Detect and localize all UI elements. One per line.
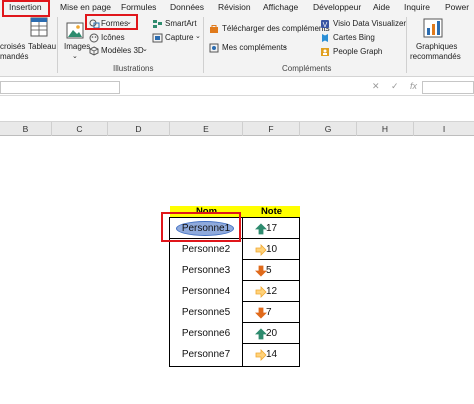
- table-icon[interactable]: [30, 17, 48, 37]
- people-graph-button[interactable]: People Graph: [333, 47, 382, 57]
- tab-aide[interactable]: Aide: [373, 1, 390, 14]
- table-cell-note[interactable]: 20: [266, 323, 296, 344]
- ribbon-tabs: Insertion Mise en page Formules Données …: [0, 0, 474, 15]
- table-border-middle: [242, 217, 243, 367]
- tab-inquire[interactable]: Inquire: [404, 1, 430, 14]
- capture-button[interactable]: Capture: [165, 33, 193, 43]
- visio-data-visualizer-button[interactable]: Visio Data Visualizer: [333, 19, 406, 29]
- column-header-e[interactable]: E: [170, 122, 243, 136]
- tab-formules[interactable]: Formules: [121, 1, 156, 14]
- table-cell-note[interactable]: 14: [266, 344, 296, 365]
- table-border-right: [299, 217, 300, 367]
- tab-affichage[interactable]: Affichage: [263, 1, 298, 14]
- mes-complements-chevron-icon[interactable]: ⌄: [282, 42, 288, 52]
- bing-maps-icon[interactable]: [320, 33, 330, 43]
- column-header-c[interactable]: C: [52, 122, 108, 136]
- graphiques-recommandes-button-line2[interactable]: recommandés: [410, 52, 461, 62]
- column-header-g[interactable]: G: [300, 122, 357, 136]
- telecharger-complements-button[interactable]: Télécharger des compléments: [222, 24, 330, 34]
- smartart-icon[interactable]: [152, 19, 163, 29]
- people-graph-icon[interactable]: [320, 47, 330, 57]
- cancel-icon[interactable]: ✕: [372, 81, 380, 92]
- column-header-i[interactable]: I: [414, 122, 474, 136]
- table-cell-name[interactable]: Personne2: [170, 239, 242, 260]
- 3d-models-icon[interactable]: [89, 46, 99, 56]
- pivot-table-label-2[interactable]: mandés: [0, 52, 28, 62]
- tab-mise-en-page[interactable]: Mise en page: [60, 1, 111, 14]
- store-icon[interactable]: [209, 24, 219, 34]
- my-addins-icon[interactable]: [209, 43, 219, 53]
- illustrations-group-label: Illustrations: [113, 64, 154, 73]
- table-cell-note[interactable]: 17: [266, 218, 296, 239]
- smartart-button[interactable]: SmartArt: [165, 19, 197, 29]
- name-box[interactable]: [0, 81, 120, 94]
- cartes-bing-button[interactable]: Cartes Bing: [333, 33, 375, 43]
- capture-icon[interactable]: [152, 33, 163, 43]
- highlight-insertion-tab: [2, 0, 50, 17]
- tab-power[interactable]: Power: [445, 1, 469, 14]
- group-divider: [203, 17, 204, 73]
- tableau-button[interactable]: Tableau: [28, 42, 56, 52]
- highlight-formes-button: [85, 14, 138, 30]
- table-cell-name[interactable]: Personne3: [170, 260, 242, 281]
- modeles-3d-button[interactable]: Modèles 3D: [101, 46, 144, 56]
- table-header-note[interactable]: Note: [243, 206, 300, 217]
- graphiques-recommandes-button[interactable]: Graphiques: [416, 42, 457, 52]
- icones-button[interactable]: Icônes: [101, 33, 125, 43]
- recommended-charts-icon[interactable]: [423, 18, 443, 38]
- images-icon[interactable]: [66, 22, 84, 39]
- enter-icon[interactable]: ✓: [391, 81, 399, 92]
- pivot-table-label[interactable]: croisés: [0, 42, 25, 52]
- formula-bar: ✕ ✓ fx: [0, 78, 474, 96]
- table-cell-name[interactable]: Personne5: [170, 302, 242, 323]
- complements-group-label: Compléments: [282, 64, 332, 73]
- mes-complements-button[interactable]: Mes compléments: [222, 43, 287, 53]
- tab-developpeur[interactable]: Développeur: [313, 1, 361, 14]
- group-divider: [57, 17, 58, 73]
- images-button[interactable]: Images: [64, 42, 90, 52]
- images-dropdown-chevron-icon[interactable]: ⌄: [72, 52, 78, 62]
- column-headers: B C D E F G H I: [0, 121, 474, 136]
- tab-donnees[interactable]: Données: [170, 1, 204, 14]
- table-cell-note[interactable]: 10: [266, 239, 296, 260]
- table-cell-note[interactable]: 12: [266, 281, 296, 302]
- function-icon[interactable]: fx: [410, 81, 417, 91]
- capture-chevron-icon[interactable]: ⌄: [195, 32, 201, 42]
- column-header-b[interactable]: B: [0, 122, 52, 136]
- ribbon-body: croisés mandés Tableau Images ⌄ Formes ⌄…: [0, 15, 474, 77]
- visio-icon[interactable]: V: [320, 19, 330, 29]
- highlight-personne1: [161, 212, 241, 242]
- table-cell-note[interactable]: 7: [266, 302, 296, 323]
- formula-input[interactable]: [422, 81, 474, 94]
- table-cell-name[interactable]: Personne4: [170, 281, 242, 302]
- table-cell-name[interactable]: Personne7: [170, 344, 242, 365]
- svg-text:V: V: [323, 22, 328, 29]
- column-header-f[interactable]: F: [243, 122, 300, 136]
- table-cell-note[interactable]: 5: [266, 260, 296, 281]
- modeles-3d-chevron-icon[interactable]: ⌄: [142, 45, 148, 55]
- table-cell-name[interactable]: Personne6: [170, 323, 242, 344]
- column-header-d[interactable]: D: [108, 122, 170, 136]
- table-border-bottom: [169, 366, 300, 367]
- group-divider: [406, 17, 407, 73]
- icons-icon[interactable]: [89, 33, 99, 43]
- tab-revision[interactable]: Révision: [218, 1, 251, 14]
- column-header-h[interactable]: H: [357, 122, 414, 136]
